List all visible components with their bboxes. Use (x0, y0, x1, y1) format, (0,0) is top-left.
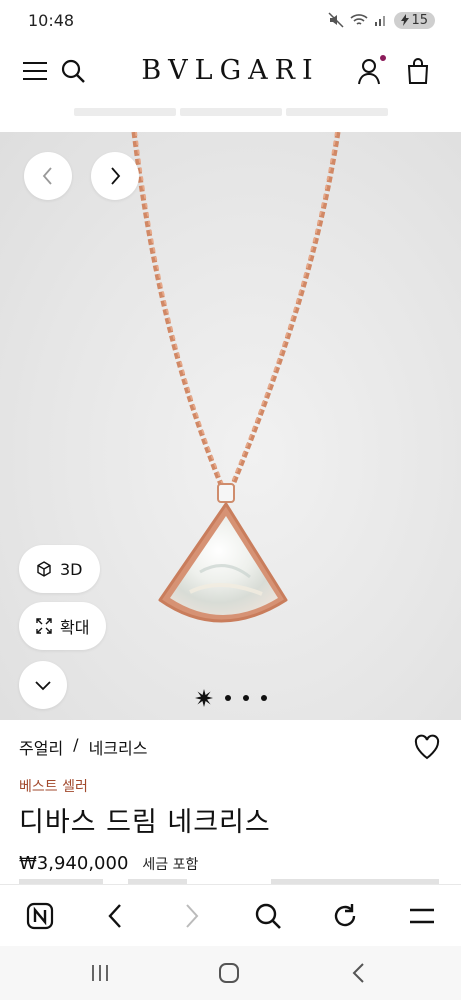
product-image-carousel[interactable]: 3D 확대 (0, 132, 461, 720)
zoom-button[interactable]: 확대 (19, 602, 107, 650)
breadcrumb-separator: / (73, 735, 79, 754)
expand-icon (36, 618, 52, 634)
carousel-indicator[interactable] (260, 695, 267, 701)
carousel-indicators (0, 688, 461, 708)
reload-icon[interactable] (329, 900, 361, 932)
browser-home-icon[interactable] (24, 900, 56, 932)
signal-icon (375, 16, 386, 26)
carousel-indicator[interactable] (224, 695, 231, 701)
battery-level: 15 (411, 12, 428, 28)
mute-icon (328, 12, 344, 28)
browser-menu-icon[interactable] (406, 900, 438, 932)
breadcrumb-item-necklace[interactable]: 네크리스 (89, 735, 148, 759)
subnav-tab[interactable] (286, 108, 388, 116)
subnav-tab[interactable] (74, 108, 176, 116)
menu-icon[interactable] (20, 56, 50, 86)
system-back-icon[interactable] (346, 960, 372, 986)
carousel-prev-button[interactable] (24, 152, 72, 200)
shopping-bag-icon[interactable] (403, 56, 433, 86)
product-title: 디바스 드림 네크리스 (19, 807, 271, 838)
account-icon[interactable] (354, 55, 386, 86)
breadcrumb-item-jewelry[interactable]: 주얼리 (19, 735, 63, 759)
home-icon[interactable] (216, 960, 242, 986)
sub-navigation (0, 108, 461, 118)
subnav-tab[interactable] (180, 108, 282, 116)
charging-icon (401, 14, 410, 26)
recent-apps-icon[interactable] (87, 960, 113, 986)
system-navigation-bar (0, 946, 461, 1000)
carousel-indicator[interactable] (242, 695, 249, 701)
heart-icon (414, 734, 440, 760)
breadcrumb: 주얼리 / 네크리스 (19, 735, 147, 759)
chevron-left-icon (42, 167, 52, 185)
back-icon[interactable] (99, 900, 131, 932)
carousel-next-button[interactable] (91, 152, 139, 200)
chevron-right-icon (111, 167, 121, 185)
browser-toolbar (0, 884, 461, 946)
carousel-indicator-active[interactable] (194, 689, 213, 707)
status-time: 10:48 (28, 10, 75, 30)
price-row: ₩3,940,000 세금 포함 (19, 853, 198, 874)
site-header: BVLGARI (0, 40, 461, 102)
tax-note: 세금 포함 (142, 857, 199, 873)
wishlist-button[interactable] (413, 733, 441, 761)
product-price: ₩3,940,000 (19, 853, 129, 874)
view-3d-button[interactable]: 3D (19, 545, 100, 593)
zoom-label: 확대 (60, 618, 90, 637)
bestseller-badge: 베스트 셀러 (19, 779, 88, 795)
wifi-icon (350, 14, 368, 25)
cube-icon (37, 561, 51, 577)
status-bar: 10:48 15 (0, 0, 461, 40)
view-3d-label: 3D (60, 559, 83, 579)
browser-search-icon[interactable] (252, 900, 284, 932)
search-icon[interactable] (58, 56, 88, 86)
notification-dot (380, 55, 386, 61)
battery-indicator: 15 (394, 11, 435, 29)
forward-icon[interactable] (176, 900, 208, 932)
status-icons: 15 (328, 11, 435, 29)
